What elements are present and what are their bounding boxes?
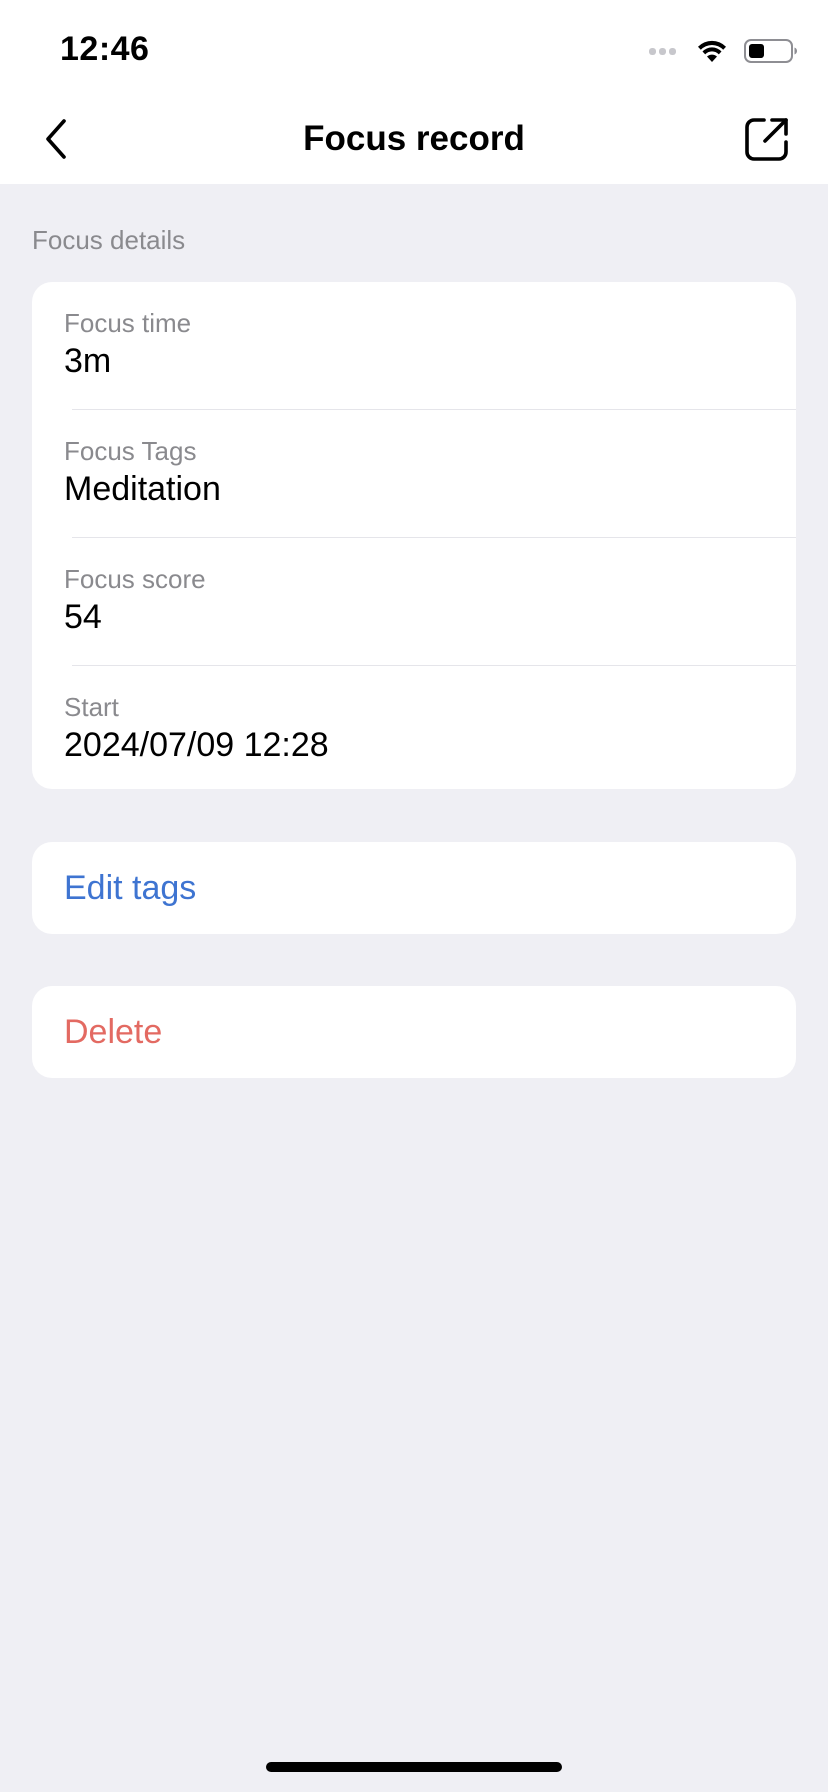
edit-tags-button[interactable]: Edit tags <box>32 842 796 934</box>
start-row: Start 2024/07/09 12:28 <box>32 666 796 794</box>
focus-score-label: Focus score <box>64 564 206 594</box>
focus-score-value: 54 <box>64 598 102 636</box>
edit-tags-label: Edit tags <box>64 868 197 907</box>
delete-label: Delete <box>64 1012 163 1051</box>
start-value: 2024/07/09 12:28 <box>64 726 329 764</box>
focus-details-card: Focus time 3m Focus Tags Meditation Focu… <box>32 282 796 789</box>
battery-icon <box>744 38 798 64</box>
focus-tags-label: Focus Tags <box>64 436 197 466</box>
focus-time-row: Focus time 3m <box>32 282 796 410</box>
wifi-icon <box>696 38 728 64</box>
focus-time-value: 3m <box>64 342 112 380</box>
focus-record-screen: 12:46 Focus record Focus details Focus t… <box>0 0 828 1792</box>
delete-button[interactable]: Delete <box>32 986 796 1078</box>
home-indicator[interactable] <box>266 1762 562 1772</box>
focus-time-label: Focus time <box>64 308 192 338</box>
share-button[interactable] <box>742 114 792 164</box>
header-area: 12:46 Focus record <box>0 0 828 184</box>
focus-score-row: Focus score 54 <box>32 538 796 666</box>
status-time: 12:46 <box>60 30 150 68</box>
start-label: Start <box>64 692 119 722</box>
cellular-signal-icon <box>649 47 676 55</box>
share-external-icon <box>744 116 790 162</box>
section-header-focus-details: Focus details <box>32 225 186 255</box>
page-title: Focus record <box>303 119 525 158</box>
status-icons <box>649 36 798 66</box>
focus-tags-value: Meditation <box>64 470 221 508</box>
focus-tags-row: Focus Tags Meditation <box>32 410 796 538</box>
